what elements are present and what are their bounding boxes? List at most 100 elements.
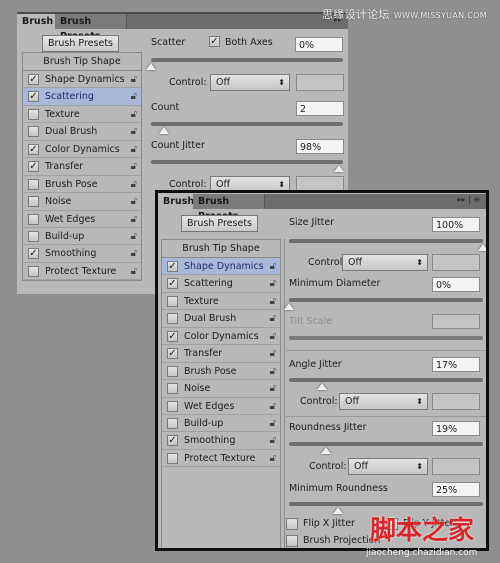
tab-brush[interactable]: Brush xyxy=(158,194,194,209)
checkbox[interactable] xyxy=(28,108,39,120)
lock-icon[interactable]: 🔓︎ xyxy=(131,263,137,280)
lock-icon[interactable]: 🔓︎ xyxy=(131,141,137,158)
lock-icon[interactable]: 🔓︎ xyxy=(270,328,276,345)
list-item-protect-texture[interactable]: Protect Texture 🔓︎ xyxy=(162,450,280,468)
lock-icon[interactable]: 🔓︎ xyxy=(270,345,276,362)
control-select-2[interactable]: Off ⬍ xyxy=(339,393,428,410)
angle-jitter-input[interactable]: 17% xyxy=(432,357,480,372)
lock-icon[interactable]: 🔓︎ xyxy=(270,432,276,449)
list-item-color-dynamics[interactable]: ✓ Color Dynamics 🔓︎ xyxy=(162,328,280,346)
lock-icon[interactable]: 🔓︎ xyxy=(131,158,137,175)
lock-icon[interactable]: 🔓︎ xyxy=(131,88,137,105)
checkbox[interactable]: ✓ xyxy=(167,348,178,360)
scatter-slider[interactable] xyxy=(151,58,343,62)
roundness-jitter-input[interactable]: 19% xyxy=(432,421,480,436)
lock-icon[interactable]: 🔓︎ xyxy=(270,415,276,432)
minimum-diameter-input[interactable]: 0% xyxy=(432,277,480,292)
list-item-brush-pose[interactable]: Brush Pose 🔓︎ xyxy=(162,363,280,381)
checkbox[interactable] xyxy=(28,196,39,208)
lock-icon[interactable]: 🔓︎ xyxy=(131,106,137,123)
list-item-dual-brush[interactable]: Dual Brush 🔓︎ xyxy=(23,123,141,141)
lock-icon[interactable]: 🔓︎ xyxy=(131,211,137,228)
list-item-transfer[interactable]: ✓ Transfer 🔓︎ xyxy=(162,345,280,363)
list-item-noise[interactable]: Noise 🔓︎ xyxy=(23,193,141,211)
list-item-noise[interactable]: Noise 🔓︎ xyxy=(162,380,280,398)
checkbox[interactable]: ✓ xyxy=(28,248,39,260)
lock-icon[interactable]: 🔓︎ xyxy=(270,363,276,380)
brush-presets-button[interactable]: Brush Presets xyxy=(42,35,119,52)
checkbox[interactable] xyxy=(167,417,178,429)
checkbox[interactable] xyxy=(167,383,178,395)
minimum-roundness-slider-thumb[interactable] xyxy=(332,507,343,514)
checkbox[interactable]: ✓ xyxy=(28,74,39,85)
count-input[interactable]: 2 xyxy=(296,101,344,116)
list-item-dual-brush[interactable]: Dual Brush 🔓︎ xyxy=(162,310,280,328)
panel-menu-icon[interactable]: ▸▸ | ≡ xyxy=(457,195,480,204)
lock-icon[interactable]: 🔓︎ xyxy=(270,450,276,467)
roundness-jitter-slider[interactable] xyxy=(289,442,483,446)
checkbox[interactable] xyxy=(28,213,39,225)
checkbox[interactable] xyxy=(167,400,178,412)
list-item-build-up[interactable]: Build-up 🔓︎ xyxy=(23,228,141,246)
control-select[interactable]: Off ⬍ xyxy=(342,254,428,271)
checkbox[interactable]: ✓ xyxy=(28,161,39,173)
checkbox[interactable]: ✓ xyxy=(167,435,178,447)
checkbox[interactable] xyxy=(167,313,178,325)
brush-tip-shape-item[interactable]: Brush Tip Shape xyxy=(23,53,141,71)
brush-projection-checkbox[interactable] xyxy=(286,535,298,547)
checkbox[interactable]: ✓ xyxy=(28,143,39,155)
checkbox[interactable] xyxy=(28,126,39,138)
list-item-shape-dynamics[interactable]: ✓ Shape Dynamics 🔓︎ xyxy=(23,71,141,89)
checkbox[interactable]: ✓ xyxy=(167,278,178,290)
count-slider[interactable] xyxy=(151,122,343,126)
count-jitter-slider[interactable] xyxy=(151,160,343,164)
brush-tip-shape-item[interactable]: Brush Tip Shape xyxy=(162,240,280,258)
list-item-texture[interactable]: Texture 🔓︎ xyxy=(162,293,280,311)
checkbox[interactable] xyxy=(167,452,178,464)
minimum-roundness-slider[interactable] xyxy=(289,502,483,506)
checkbox[interactable]: ✓ xyxy=(167,261,178,272)
checkbox[interactable] xyxy=(28,265,39,277)
tab-brush[interactable]: Brush xyxy=(17,14,55,29)
lock-icon[interactable]: 🔓︎ xyxy=(270,258,276,275)
list-item-build-up[interactable]: Build-up 🔓︎ xyxy=(162,415,280,433)
control-select-3[interactable]: Off ⬍ xyxy=(348,458,428,475)
size-jitter-input[interactable]: 100% xyxy=(432,217,480,232)
count-jitter-input[interactable]: 98% xyxy=(296,139,344,154)
lock-icon[interactable]: 🔓︎ xyxy=(270,293,276,310)
count-slider-thumb[interactable] xyxy=(159,127,170,134)
checkbox[interactable]: ✓ xyxy=(167,330,178,342)
list-item-scattering[interactable]: ✓ Scattering 🔓︎ xyxy=(162,275,280,293)
lock-icon[interactable]: 🔓︎ xyxy=(131,176,137,193)
list-item-smoothing[interactable]: ✓ Smoothing 🔓︎ xyxy=(162,432,280,450)
lock-icon[interactable]: 🔓︎ xyxy=(131,193,137,210)
lock-icon[interactable]: 🔓︎ xyxy=(131,228,137,245)
checkbox[interactable] xyxy=(167,295,178,307)
checkbox[interactable] xyxy=(167,365,178,377)
checkbox[interactable] xyxy=(28,230,39,242)
lock-icon[interactable]: 🔓︎ xyxy=(131,245,137,262)
checkbox[interactable] xyxy=(28,178,39,190)
list-item-brush-pose[interactable]: Brush Pose 🔓︎ xyxy=(23,176,141,194)
size-jitter-slider-thumb[interactable] xyxy=(478,244,486,251)
list-item-color-dynamics[interactable]: ✓ Color Dynamics 🔓︎ xyxy=(23,141,141,159)
lock-icon[interactable]: 🔓︎ xyxy=(131,71,137,88)
roundness-jitter-slider-thumb[interactable] xyxy=(320,447,331,454)
angle-jitter-slider-thumb[interactable] xyxy=(316,383,327,390)
size-jitter-slider[interactable] xyxy=(289,239,483,243)
list-item-smoothing[interactable]: ✓ Smoothing 🔓︎ xyxy=(23,245,141,263)
list-item-shape-dynamics[interactable]: ✓ Shape Dynamics 🔓︎ xyxy=(162,258,280,276)
both-axes-checkbox[interactable]: ✓ xyxy=(209,36,220,47)
list-item-transfer[interactable]: ✓ Transfer 🔓︎ xyxy=(23,158,141,176)
checkbox[interactable]: ✓ xyxy=(28,91,39,103)
lock-icon[interactable]: 🔓︎ xyxy=(270,310,276,327)
count-jitter-slider-thumb[interactable] xyxy=(334,165,345,172)
control-select[interactable]: Off ⬍ xyxy=(210,74,290,91)
tab-brush-presets[interactable]: Brush Presets xyxy=(193,194,265,222)
scatter-input[interactable]: 0% xyxy=(295,37,343,52)
minimum-diameter-slider-thumb[interactable] xyxy=(284,303,294,310)
minimum-diameter-slider[interactable] xyxy=(289,298,483,302)
scatter-slider-thumb[interactable] xyxy=(146,63,156,70)
lock-icon[interactable]: 🔓︎ xyxy=(270,275,276,292)
list-item-wet-edges[interactable]: Wet Edges 🔓︎ xyxy=(23,211,141,228)
